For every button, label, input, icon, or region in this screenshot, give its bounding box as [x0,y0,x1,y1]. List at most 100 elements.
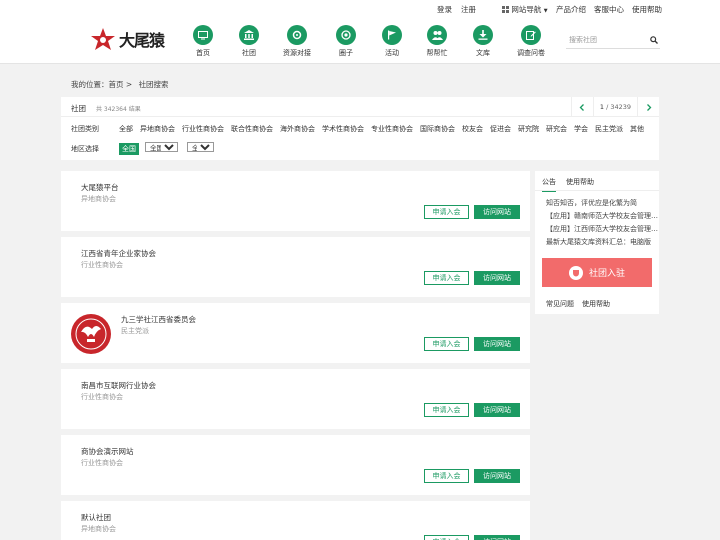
tab-usage-help[interactable]: 使用帮助 [566,177,594,187]
category-item[interactable]: 其他 [630,125,644,133]
news-item[interactable]: 【应用】赣南师范大学校友会管理平台上线 [546,211,658,221]
club-register-button[interactable]: 社团入驻 [542,258,652,287]
club-type: 异地商协会 [81,195,116,203]
category-item[interactable]: 全部 [119,125,133,133]
nav-item-club[interactable]: 社团 [224,25,274,58]
products-link[interactable]: 产品介绍 [556,4,586,15]
search-icon[interactable] [650,36,658,44]
grid-icon [502,6,509,13]
club-type: 异地商协会 [81,525,116,533]
next-page-button[interactable] [637,97,659,117]
usage-help-link[interactable]: 使用帮助 [582,299,610,309]
nav-item-activity[interactable]: 活动 [367,25,417,58]
category-item[interactable]: 民主党派 [595,125,623,133]
visit-button[interactable]: 访问网站 [474,403,520,417]
category-item[interactable]: 促进会 [490,125,511,133]
nav-item-help[interactable]: 帮帮忙 [412,25,462,58]
chevron-down-icon: ▼ [543,8,548,14]
site-nav-menu[interactable]: 网站导航 ▼ [502,4,548,15]
pager: 1 / 34239 [570,97,659,117]
breadcrumb-home[interactable]: 首页 > [109,80,133,89]
nav-item-home[interactable]: 首页 [178,25,228,58]
join-button[interactable]: 申请入会 [424,337,469,351]
nav-item-library[interactable]: 文库 [458,25,508,58]
club-name[interactable]: 南昌市互联网行业协会 [81,380,156,391]
news-item[interactable]: 【应用】江西师范大学校友会管理平台上线 [546,224,658,234]
nav-item-survey[interactable]: 调查问卷 [506,25,556,58]
join-button[interactable]: 申请入会 [424,469,469,483]
join-button[interactable]: 申请入会 [424,535,469,540]
category-label: 社团类别 [71,125,99,133]
club-name[interactable]: 九三学社江西省委员会 [121,314,196,325]
breadcrumb-current: 社团搜索 [138,80,169,89]
tab-notice[interactable]: 公告 [542,177,556,192]
province-select[interactable]: 全省 [187,142,214,152]
news-item[interactable]: 知否知否，评优应是化繁为简 [546,198,658,208]
help-link[interactable]: 使用帮助 [632,4,662,15]
category-item[interactable]: 国际商协会 [420,125,455,133]
club-name[interactable]: 大尾猿平台 [81,182,119,193]
join-button[interactable]: 申请入会 [424,403,469,417]
chevron-right-icon [646,103,651,111]
sidebar: 公告 使用帮助 知否知否，评优应是化繁为简 【应用】赣南师范大学校友会管理平台上… [535,171,659,314]
news-item[interactable]: 最新大尾猿文库资料汇总：电脑版 [546,237,658,247]
result-count: 共 342364 结果 [96,106,141,113]
nav-item-resources[interactable]: 资源对接 [272,25,322,58]
visit-button[interactable]: 访问网站 [474,271,520,285]
category-item[interactable]: 校友会 [462,125,483,133]
login-link[interactable]: 登录 [437,4,452,15]
visit-button[interactable]: 访问网站 [474,535,520,540]
building-icon [239,25,259,45]
nav-label: 活动 [385,49,399,57]
category-item[interactable]: 研究院 [518,125,539,133]
category-item[interactable]: 联合性商协会 [231,125,273,133]
page-current: 1 [599,103,604,111]
page-indicator: 1 / 34239 [592,97,637,117]
category-item[interactable]: 异地商协会 [140,125,175,133]
visit-button[interactable]: 访问网站 [474,337,520,351]
prev-page-button[interactable] [570,97,593,117]
club-name[interactable]: 江西省青年企业家协会 [81,248,156,259]
category-list: 全部 异地商协会 行业性商协会 联合性商协会 海外商协会 学术性商协会 专业性商协会 国际商协… [119,124,651,134]
logo[interactable]: 大尾猿 [90,27,165,51]
category-item[interactable]: 学会 [574,125,588,133]
nav-label: 社团 [242,49,256,57]
filter-title: 社团 [71,104,86,113]
logo-text: 大尾猿 [119,31,165,50]
circle-icon [336,25,356,45]
visit-button[interactable]: 访问网站 [474,205,520,219]
nav-label: 圈子 [339,49,353,57]
join-button[interactable]: 申请入会 [424,271,469,285]
monitor-icon [193,25,213,45]
club-name[interactable]: 默认社团 [81,512,111,523]
page-total: / 34239 [606,103,631,111]
shield-icon [568,265,583,280]
header: 登录 注册 网站导航 ▼ 产品介绍 客服中心 使用帮助 大尾猿 首页 社团 资源… [0,0,720,64]
category-item[interactable]: 海外商协会 [280,125,315,133]
breadcrumb-prefix: 我的位置： [71,80,109,89]
register-link[interactable]: 注册 [461,4,476,15]
support-link[interactable]: 客服中心 [594,4,624,15]
star-logo-icon [91,28,115,50]
club-card: 江西省青年企业家协会 行业性商协会 申请入会 访问网站 [61,237,530,297]
category-item[interactable]: 学术性商协会 [322,125,364,133]
category-item[interactable]: 行业性商协会 [182,125,224,133]
club-card: 默认社团 异地商协会 申请入会 访问网站 [61,501,530,540]
page: 登录 注册 网站导航 ▼ 产品介绍 客服中心 使用帮助 大尾猿 首页 社团 资源… [0,0,720,540]
search-input[interactable] [566,33,644,47]
nav-label: 调查问卷 [517,49,545,57]
edit-icon [521,25,541,45]
nav-item-circle[interactable]: 圈子 [321,25,371,58]
club-name[interactable]: 商协会演示网站 [81,446,134,457]
jiusan-emblem-icon [75,318,107,350]
join-button[interactable]: 申请入会 [424,205,469,219]
club-logo [71,314,111,354]
club-type: 行业性商协会 [81,393,123,401]
faq-link[interactable]: 常见问题 [546,299,574,309]
country-select[interactable]: 全国 [145,142,178,152]
visit-button[interactable]: 访问网站 [474,469,520,483]
category-item[interactable]: 专业性商协会 [371,125,413,133]
club-register-label: 社团入驻 [588,269,625,279]
region-all-button[interactable]: 全国 [119,143,139,155]
category-item[interactable]: 研究会 [546,125,567,133]
